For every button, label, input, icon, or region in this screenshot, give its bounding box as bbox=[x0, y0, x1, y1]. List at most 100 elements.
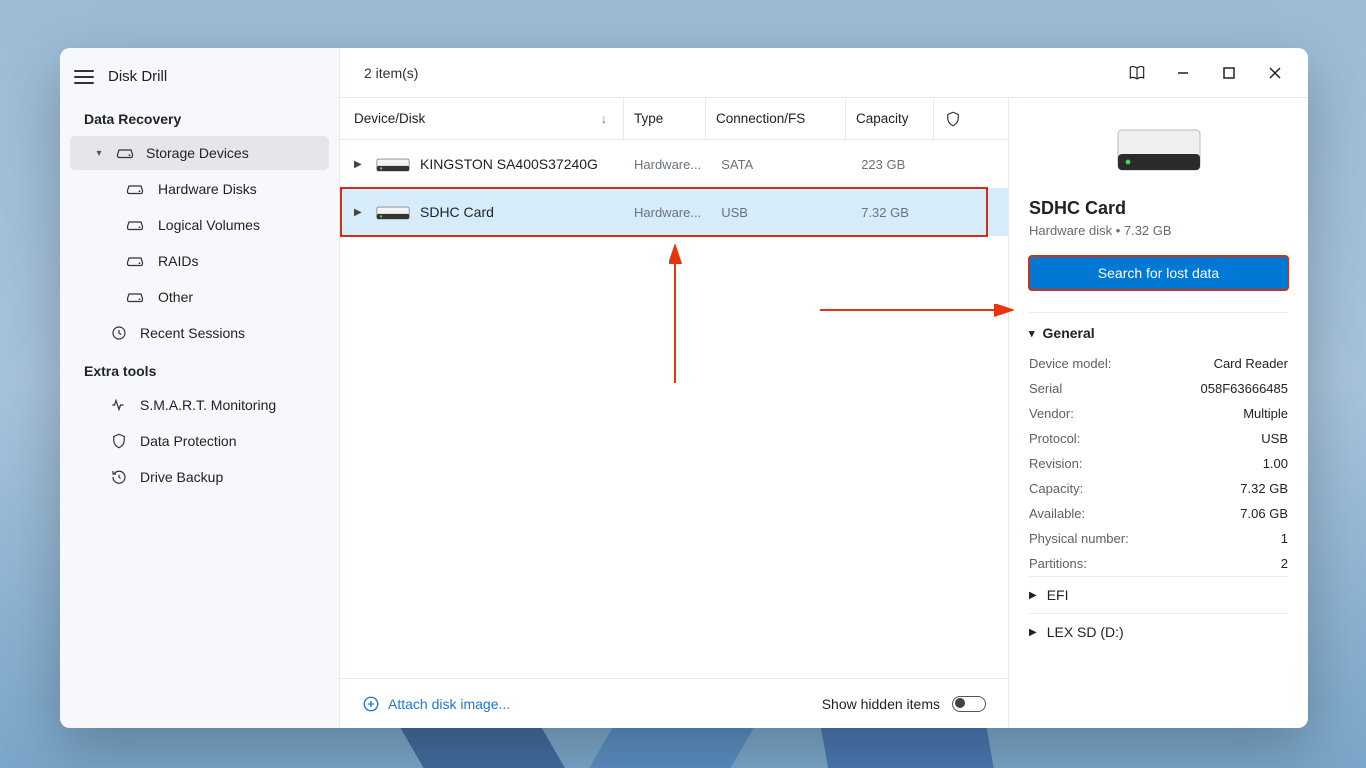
history-icon bbox=[110, 468, 128, 486]
chevron-right-icon[interactable]: ▶ bbox=[354, 159, 368, 170]
sidebar-item-storage-devices[interactable]: ▾ Storage Devices bbox=[70, 136, 329, 170]
property-key: Available: bbox=[1029, 506, 1085, 521]
hamburger-icon[interactable] bbox=[74, 70, 94, 84]
col-header-capacity[interactable]: Capacity bbox=[846, 98, 934, 139]
property-key: Device model: bbox=[1029, 356, 1111, 371]
col-header-connection[interactable]: Connection/FS bbox=[706, 98, 846, 139]
detail-pane: SDHC Card Hardware disk • 7.32 GB Search… bbox=[1008, 98, 1308, 728]
device-name: KINGSTON SA400S37240G bbox=[420, 156, 598, 172]
property-key: Revision: bbox=[1029, 456, 1082, 471]
property-key: Partitions: bbox=[1029, 556, 1087, 571]
sidebar-heading-extra-tools: Extra tools bbox=[60, 351, 339, 387]
sidebar: Disk Drill Data Recovery ▾ Storage Devic… bbox=[60, 48, 340, 728]
sidebar-item-data-protection[interactable]: Data Protection bbox=[70, 424, 329, 458]
drive-icon bbox=[126, 288, 144, 306]
chevron-right-icon: ▶ bbox=[1029, 590, 1037, 601]
property-key: Physical number: bbox=[1029, 531, 1129, 546]
drive-icon bbox=[126, 252, 144, 270]
sidebar-item-raids[interactable]: RAIDs bbox=[70, 244, 329, 278]
sidebar-heading-data-recovery: Data Recovery bbox=[60, 99, 339, 135]
sidebar-item-hardware-disks[interactable]: Hardware Disks bbox=[70, 172, 329, 206]
col-header-label: Capacity bbox=[856, 111, 909, 126]
sidebar-item-recent-sessions[interactable]: Recent Sessions bbox=[70, 316, 329, 350]
close-button[interactable] bbox=[1252, 48, 1298, 98]
property-row: Device model:Card Reader bbox=[1029, 351, 1288, 376]
titlebar-left: Disk Drill bbox=[60, 54, 339, 99]
section-efi[interactable]: ▶ EFI bbox=[1029, 576, 1288, 613]
sidebar-item-label: Other bbox=[158, 289, 193, 305]
property-key: Protocol: bbox=[1029, 431, 1080, 446]
col-header-protection[interactable] bbox=[934, 98, 972, 139]
sidebar-item-label: S.M.A.R.T. Monitoring bbox=[140, 397, 276, 413]
show-hidden-toggle: Show hidden items bbox=[822, 696, 986, 712]
manual-icon[interactable] bbox=[1114, 48, 1160, 98]
sidebar-item-label: Hardware Disks bbox=[158, 181, 257, 197]
property-value: 1.00 bbox=[1263, 456, 1288, 471]
device-list-pane: Device/Disk ↓ Type Connection/FS Capacit… bbox=[340, 98, 1008, 728]
attach-disk-image-button[interactable]: Attach disk image... bbox=[362, 695, 510, 713]
drive-icon bbox=[116, 144, 134, 162]
device-table-header: Device/Disk ↓ Type Connection/FS Capacit… bbox=[340, 98, 1008, 140]
minimize-button[interactable] bbox=[1160, 48, 1206, 98]
sort-arrow-icon: ↓ bbox=[601, 112, 607, 126]
section-label: LEX SD (D:) bbox=[1047, 624, 1124, 640]
device-type: Hardware... bbox=[624, 188, 711, 236]
property-value: 1 bbox=[1281, 531, 1288, 546]
shield-icon bbox=[944, 110, 962, 128]
device-pane-footer: Attach disk image... Show hidden items bbox=[340, 678, 1008, 728]
property-value: 2 bbox=[1281, 556, 1288, 571]
property-row: Capacity:7.32 GB bbox=[1029, 476, 1288, 501]
col-header-label: Type bbox=[634, 111, 663, 126]
property-key: Serial bbox=[1029, 381, 1062, 396]
section-label: General bbox=[1043, 325, 1095, 341]
main-pane: 2 item(s) Device/Disk ↓ Type Connection/… bbox=[340, 48, 1308, 728]
col-header-label: Device/Disk bbox=[354, 111, 425, 126]
attach-label: Attach disk image... bbox=[388, 696, 510, 712]
toggle-label: Show hidden items bbox=[822, 696, 940, 712]
search-for-lost-data-button[interactable]: Search for lost data bbox=[1029, 256, 1288, 290]
section-general[interactable]: ▾ General bbox=[1029, 325, 1288, 341]
drive-icon bbox=[376, 201, 410, 223]
plus-circle-icon bbox=[362, 695, 380, 713]
chevron-down-icon: ▾ bbox=[1029, 327, 1035, 340]
section-lexsd[interactable]: ▶ LEX SD (D:) bbox=[1029, 613, 1288, 650]
sidebar-item-smart[interactable]: S.M.A.R.T. Monitoring bbox=[70, 388, 329, 422]
property-key: Vendor: bbox=[1029, 406, 1074, 421]
col-header-type[interactable]: Type bbox=[624, 98, 706, 139]
drive-icon bbox=[126, 180, 144, 198]
device-row-selected[interactable]: ▶ SDHC Card Hardware... USB 7.32 GB bbox=[340, 188, 1008, 236]
property-row: Revision: 1.00 bbox=[1029, 451, 1288, 476]
chevron-right-icon: ▶ bbox=[1029, 627, 1037, 638]
sidebar-item-logical-volumes[interactable]: Logical Volumes bbox=[70, 208, 329, 242]
detail-subtitle: Hardware disk • 7.32 GB bbox=[1029, 223, 1288, 238]
property-row: Physical number: 1 bbox=[1029, 526, 1288, 551]
activity-icon bbox=[110, 396, 128, 414]
sidebar-item-label: Storage Devices bbox=[146, 145, 249, 161]
chevron-right-icon[interactable]: ▶ bbox=[354, 207, 368, 218]
col-header-device[interactable]: Device/Disk ↓ bbox=[354, 98, 624, 139]
property-row: Available:7.06 GB bbox=[1029, 501, 1288, 526]
sidebar-item-label: Drive Backup bbox=[140, 469, 223, 485]
toggle-switch[interactable] bbox=[952, 696, 986, 712]
shield-icon bbox=[110, 432, 128, 450]
drive-icon bbox=[126, 216, 144, 234]
device-connection: SATA bbox=[711, 140, 851, 188]
property-value: 058F63666485 bbox=[1201, 381, 1288, 396]
col-header-label: Connection/FS bbox=[716, 111, 805, 126]
maximize-button[interactable] bbox=[1206, 48, 1252, 98]
device-row[interactable]: ▶ KINGSTON SA400S37240G Hardware... SATA… bbox=[340, 140, 1008, 188]
property-row: Partitions: 2 bbox=[1029, 551, 1288, 576]
sidebar-item-other[interactable]: Other bbox=[70, 280, 329, 314]
property-value: Multiple bbox=[1243, 406, 1288, 421]
property-value: 7.32 GB bbox=[1240, 481, 1288, 496]
item-count: 2 item(s) bbox=[364, 65, 418, 81]
app-title: Disk Drill bbox=[108, 68, 167, 85]
device-type: Hardware... bbox=[624, 140, 711, 188]
toolbar: 2 item(s) bbox=[340, 48, 1308, 98]
property-row: Serial 058F63666485 bbox=[1029, 376, 1288, 401]
device-capacity: 7.32 GB bbox=[851, 188, 939, 236]
sidebar-item-drive-backup[interactable]: Drive Backup bbox=[70, 460, 329, 494]
clock-icon bbox=[110, 324, 128, 342]
window-controls bbox=[1114, 48, 1298, 98]
drive-icon bbox=[376, 153, 410, 175]
